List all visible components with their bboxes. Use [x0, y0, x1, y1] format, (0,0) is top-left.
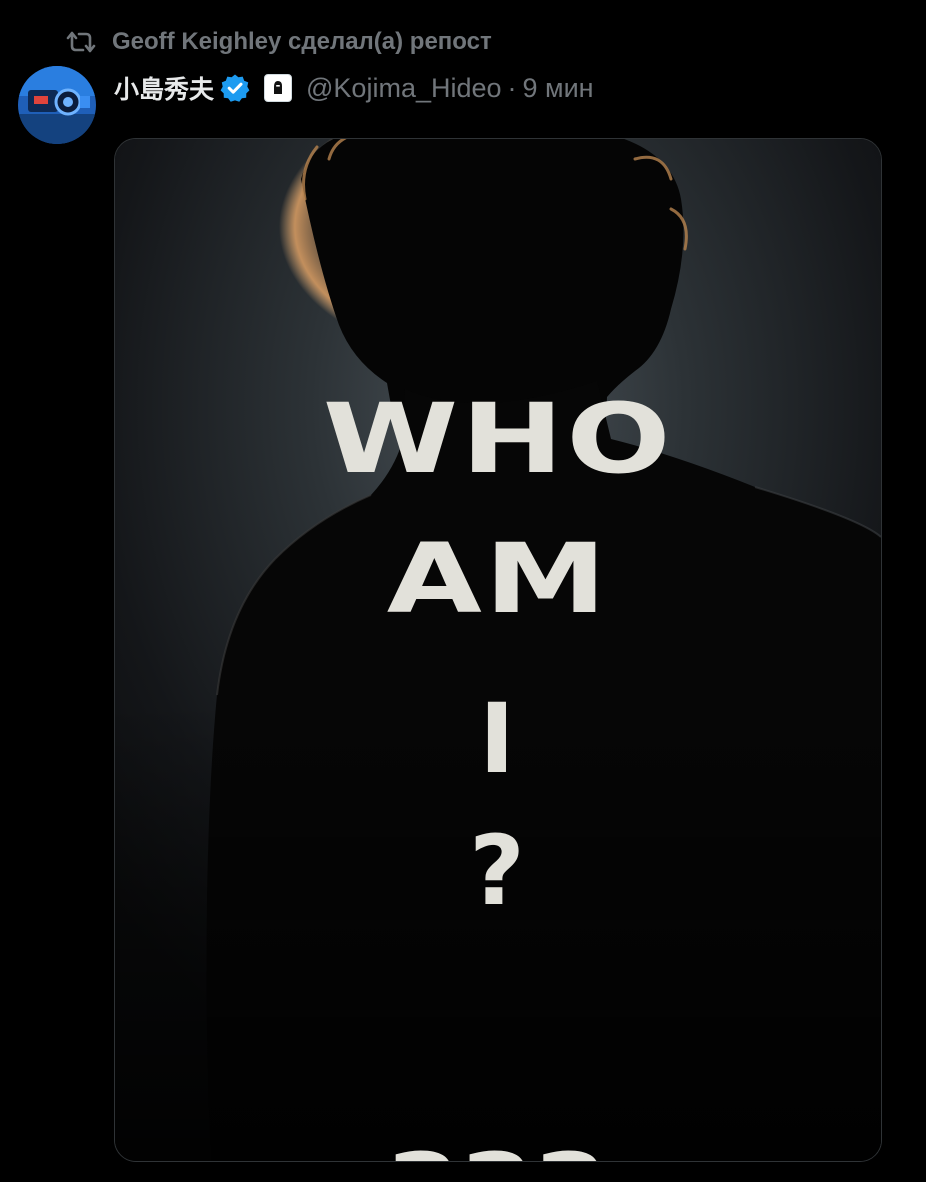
- poster-text-partial: ???: [115, 1141, 881, 1161]
- poster-text-question: ?: [469, 815, 527, 927]
- affiliate-badge-icon[interactable]: [264, 74, 293, 102]
- tweet[interactable]: Geoff Keighley сделал(а) репост 小島秀夫 @Ko…: [0, 0, 926, 1182]
- timestamp[interactable]: 9 мин: [523, 73, 594, 104]
- poster-text-i: I: [479, 683, 517, 795]
- media-image[interactable]: WHO AM I ? ???: [114, 138, 882, 1162]
- silhouette-portrait-image: [115, 139, 881, 1161]
- poster-text-am: AM: [386, 523, 610, 635]
- tweet-header: 小島秀夫 @Kojima_Hideo · 9 мин: [114, 66, 594, 110]
- verified-badge-icon[interactable]: [220, 72, 252, 104]
- poster-text-who: WHO: [322, 383, 674, 495]
- separator-dot: ·: [507, 72, 517, 103]
- repost-context: Geoff Keighley сделал(а) репост: [64, 24, 492, 60]
- repost-icon: [64, 25, 98, 59]
- avatar[interactable]: [18, 66, 96, 144]
- display-name[interactable]: 小島秀夫: [114, 70, 214, 106]
- author-handle[interactable]: @Kojima_Hideo: [306, 73, 502, 104]
- repost-text[interactable]: Geoff Keighley сделал(а) репост: [112, 28, 492, 56]
